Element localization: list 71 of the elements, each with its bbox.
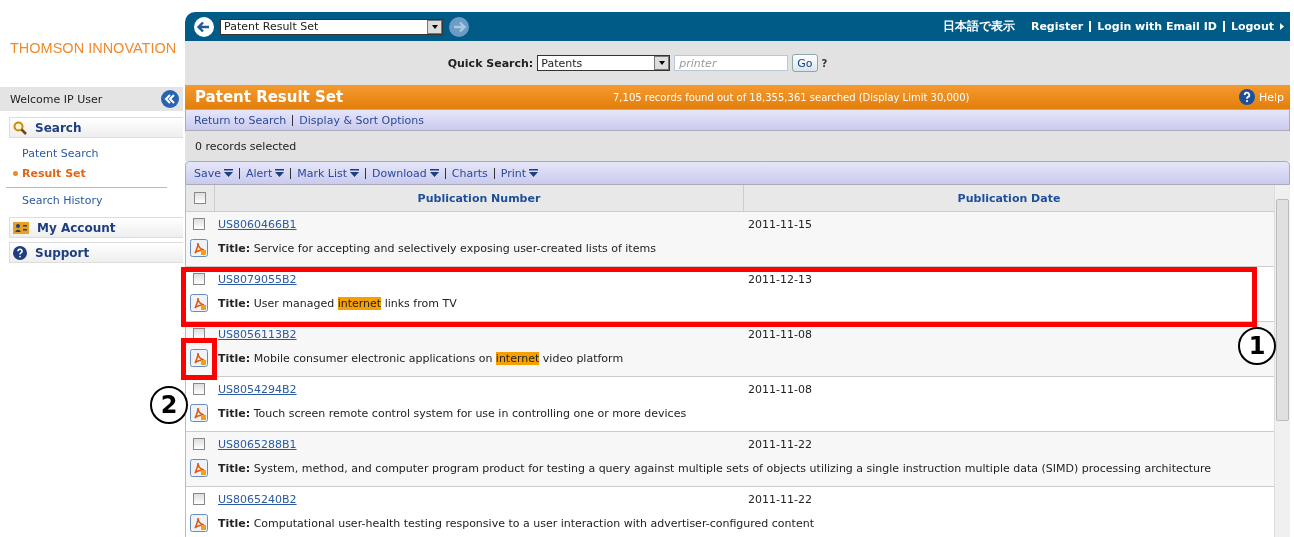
pdf-icon[interactable]: [190, 459, 208, 477]
account-link[interactable]: Login with Email ID: [1089, 21, 1217, 32]
toolbar-menu[interactable]: Download: [365, 167, 439, 179]
row-checkbox[interactable]: [193, 438, 205, 450]
page-title: Patent Result Set: [195, 88, 345, 106]
account-link[interactable]: Register: [1030, 20, 1084, 33]
publication-date: 2011-11-15: [748, 217, 812, 231]
scrollbar[interactable]: [1274, 185, 1290, 537]
help-link[interactable]: ?: [821, 57, 828, 69]
publication-date: 2011-12-13: [748, 272, 812, 286]
toolbar-menu[interactable]: Save: [194, 166, 233, 180]
language-link[interactable]: 日本語で表示: [942, 18, 1015, 35]
results-summary: 7,105 records found out of 18,355,361 searched (Display Limit 30,000): [612, 91, 971, 103]
toolbar-menu[interactable]: Mark List: [290, 167, 360, 179]
forward-icon[interactable]: [449, 16, 469, 37]
row-checkbox[interactable]: [193, 493, 205, 505]
select-all-checkbox[interactable]: [194, 192, 206, 204]
welcome-text: Welcome IP User: [10, 92, 103, 106]
patent-link[interactable]: US8065240B2: [218, 492, 748, 506]
patent-link[interactable]: US8079055B2: [218, 272, 748, 286]
toolbar-menu[interactable]: Charts: [444, 167, 488, 179]
publication-date: 2011-11-08: [748, 327, 812, 341]
logo: THOMSON INNOVATION: [9, 39, 178, 58]
search-field[interactable]: printer: [674, 55, 789, 71]
pdf-icon[interactable]: [190, 404, 208, 422]
pdf-icon[interactable]: [190, 514, 208, 532]
help-icon: [13, 245, 27, 260]
patent-title: Title: System, method, and computer program product for testing a query against multiple sets of objects utilizing a single instruction multiple data (SIMD) processing architecture: [218, 461, 1212, 475]
collection-dropdown[interactable]: Patents: [537, 55, 671, 71]
pdf-icon[interactable]: [190, 349, 208, 367]
patent-link[interactable]: US8065288B1: [218, 437, 748, 451]
column-header[interactable]: Publication Number: [215, 185, 744, 211]
history-dropdown[interactable]: Patent Result Set: [220, 18, 443, 35]
publication-date: 2011-11-08: [748, 382, 812, 396]
selection-count: 0 records selected: [185, 131, 1290, 161]
pdf-icon[interactable]: [190, 239, 208, 257]
search-icon: [13, 120, 27, 135]
row-checkbox[interactable]: [193, 218, 205, 230]
pdf-icon[interactable]: [190, 294, 208, 312]
sidebar-link[interactable]: Patent Search: [0, 144, 183, 164]
toolbar-menu[interactable]: Alert: [239, 167, 285, 179]
highlight-frame: [181, 338, 217, 380]
patent-title: Title: Computational user-health testing responsive to a user interaction with advertiser-configured content: [218, 516, 814, 530]
go-button[interactable]: Go: [792, 54, 818, 72]
patent-title: Title: Mobile consumer electronic applications on internet video platform: [218, 351, 624, 365]
row-checkbox[interactable]: [193, 383, 205, 395]
patent-title: Title: Service for accepting and selectively exposing user-created lists of items: [218, 241, 656, 255]
sidebar-link[interactable]: Search History: [0, 191, 183, 211]
back-icon[interactable]: [194, 16, 214, 37]
row-checkbox[interactable]: [193, 273, 205, 285]
column-header[interactable]: Publication Date: [744, 185, 1274, 211]
publication-date: 2011-11-22: [748, 437, 812, 451]
sidebar-section[interactable]: My Account: [9, 217, 183, 238]
nav-link[interactable]: Display & Sort Options: [292, 114, 424, 126]
caret-icon: [1280, 23, 1284, 30]
publication-date: 2011-11-22: [748, 492, 812, 506]
quick-search-label: Quick Search:: [447, 56, 534, 70]
account-link[interactable]: Logout: [1222, 21, 1274, 32]
help-icon[interactable]: [1238, 89, 1255, 105]
patent-link[interactable]: US8056113B2: [218, 327, 748, 341]
patent-title: Title: User managed internet links from TV: [218, 296, 457, 310]
patent-title: Title: Touch screen remote control system for use in controlling one or more devices: [218, 406, 687, 420]
nav-link[interactable]: Return to Search: [194, 113, 287, 127]
collapse-icon[interactable]: [161, 90, 179, 108]
sidebar-section[interactable]: Search: [9, 117, 183, 138]
toolbar-menu[interactable]: Print: [493, 167, 539, 179]
person-card-icon: [13, 221, 29, 234]
patent-link[interactable]: US8054294B2: [218, 382, 748, 396]
sidebar-section[interactable]: Support: [9, 242, 183, 263]
callout-number: 2: [150, 386, 188, 424]
patent-link[interactable]: US8060466B1: [218, 217, 748, 231]
